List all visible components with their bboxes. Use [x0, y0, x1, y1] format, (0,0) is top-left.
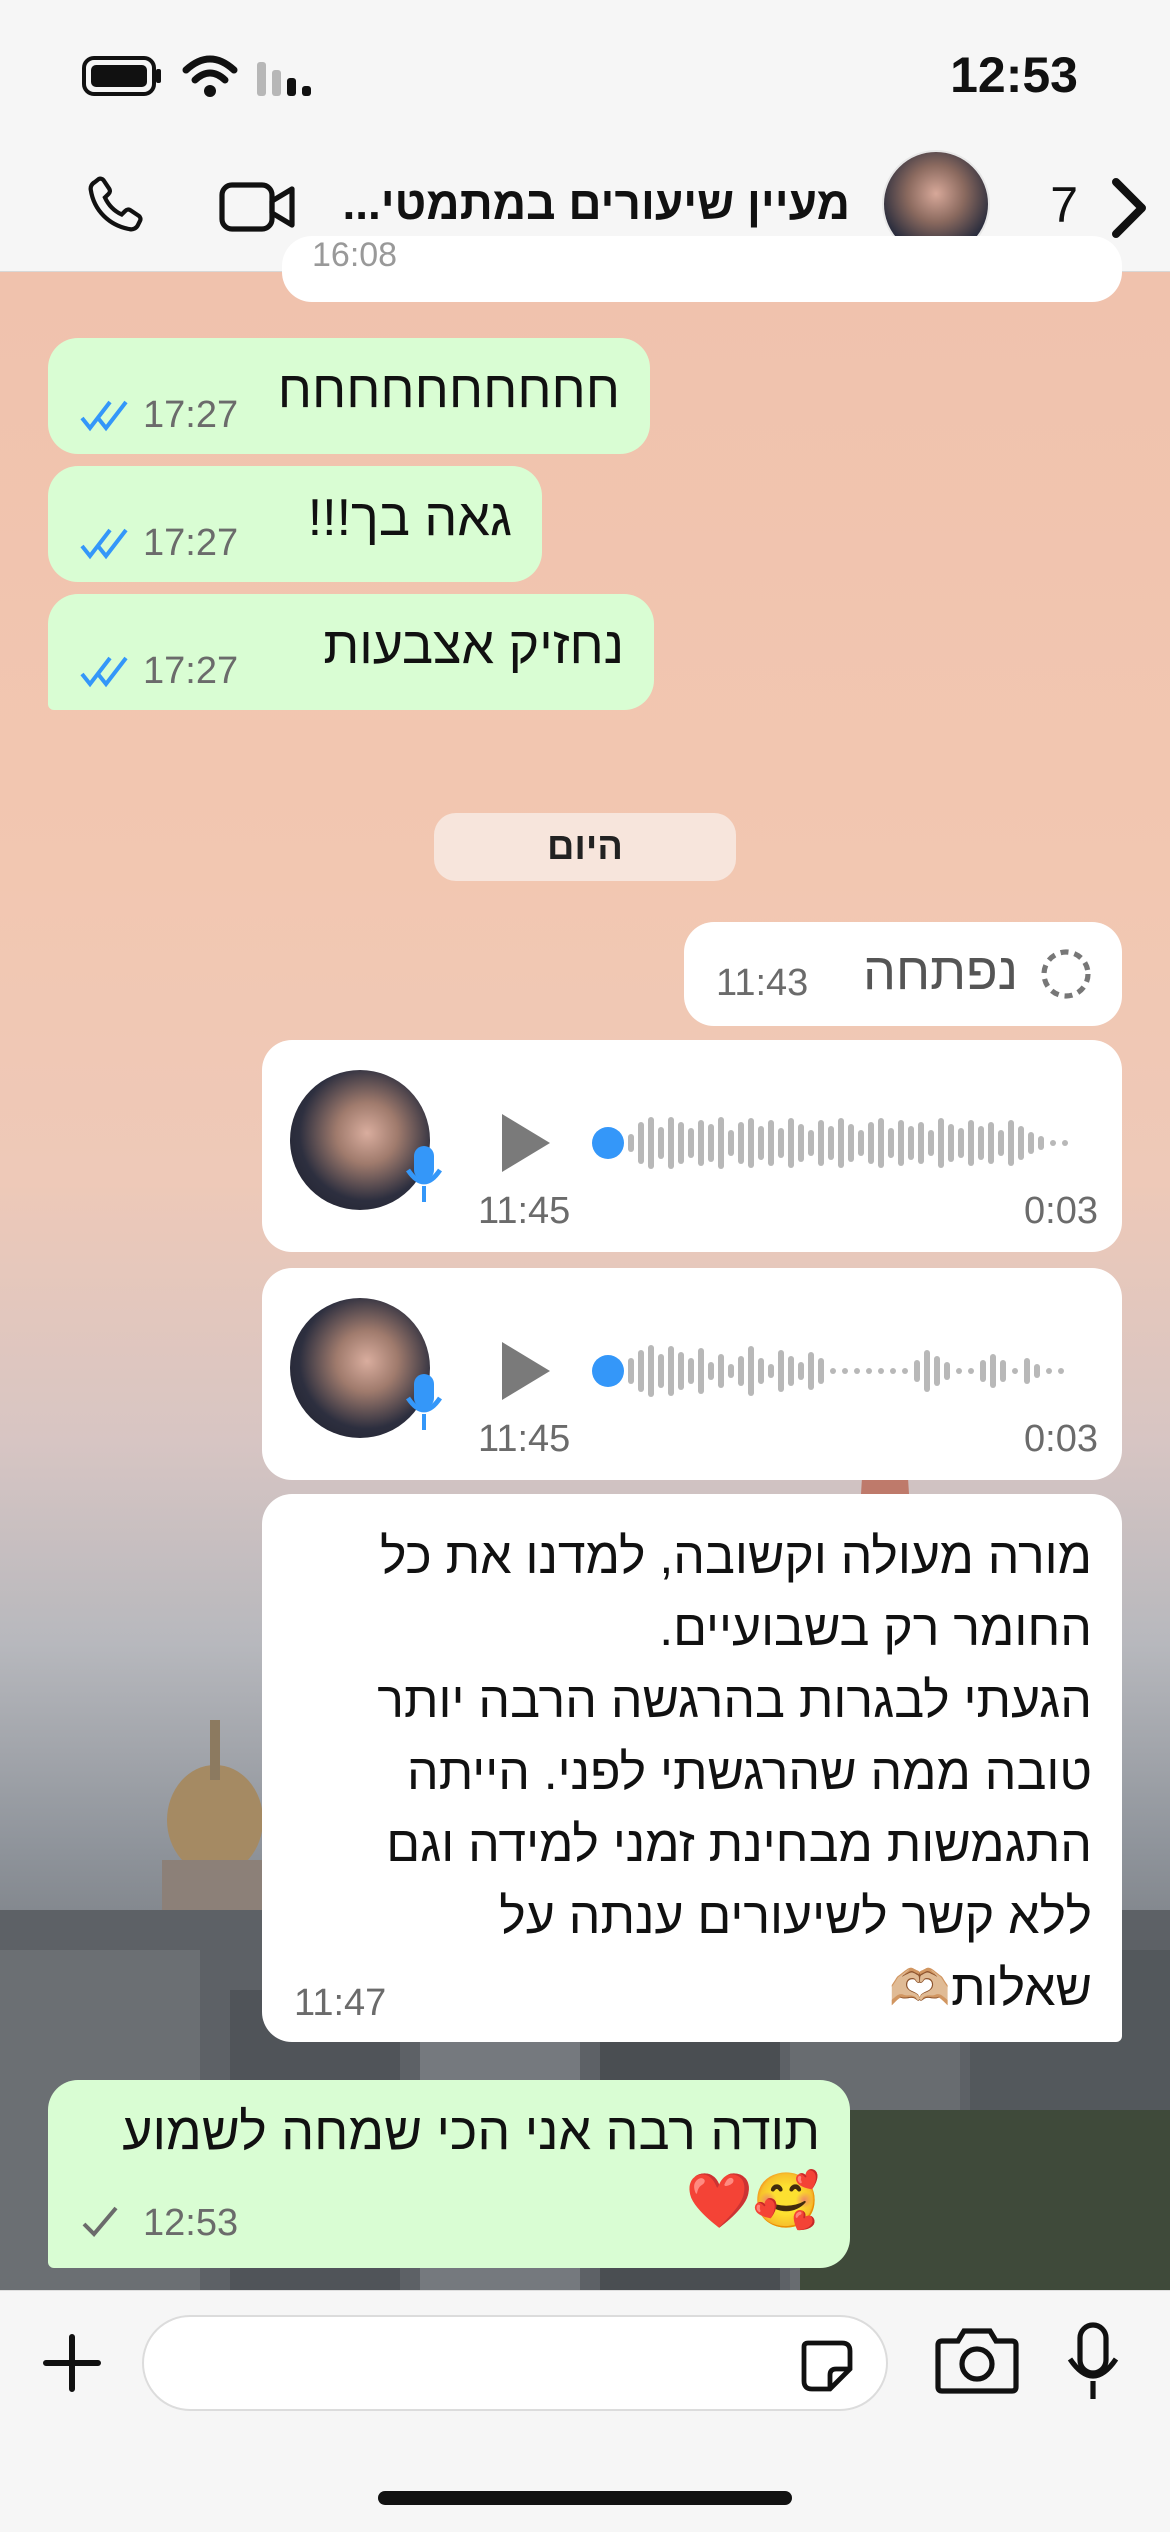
message-text: תודה רבה אני הכי שמחה לשמוע — [122, 2103, 820, 2161]
message-bubble-outgoing[interactable]: גאה בך!!! 17:27 — [48, 466, 542, 582]
microphone-badge-icon — [406, 1146, 442, 1202]
message-time: 11:45 — [478, 1418, 571, 1460]
message-text: נפתחה — [862, 943, 1018, 1001]
voice-waveform[interactable] — [588, 1108, 1098, 1178]
message-composer — [0, 2290, 1170, 2532]
plus-icon[interactable] — [40, 2331, 104, 2395]
message-time: 12:53 — [143, 2202, 239, 2244]
message-input[interactable] — [142, 2315, 888, 2411]
message-time: 11:47 — [294, 1982, 387, 2024]
message-bubble-outgoing[interactable]: נחזיק אצבעות 17:27 — [48, 594, 654, 710]
message-text-line: התגמשות מבחינת זמני למידה וגם — [386, 1816, 1092, 1872]
message-time: 17:27 — [143, 650, 239, 692]
message-bubble-view-once[interactable]: נפתחה 11:43 — [684, 922, 1122, 1026]
chat-title[interactable]: מעיין שיעורים במתמטי... — [330, 176, 850, 230]
read-receipt-icon — [80, 656, 128, 688]
voice-message-bubble[interactable]: 11:45 0:03 — [262, 1268, 1122, 1480]
day-divider: היום — [434, 813, 736, 881]
video-camera-icon[interactable] — [218, 178, 298, 236]
message-text: נחזיק אצבעות — [323, 617, 624, 675]
message-bubble-outgoing[interactable]: חחחחחחחחחח 17:27 — [48, 338, 650, 454]
wifi-icon — [182, 55, 238, 97]
message-bubble-incoming[interactable]: מורה מעולה וקשובה, למדנו את כל החומר רק … — [262, 1494, 1122, 2042]
message-text-line: הגעתי לבגרות בהרגשה הרבה יותר — [377, 1672, 1092, 1728]
unread-count[interactable]: 7 — [1050, 176, 1078, 234]
message-bubble-partial[interactable]: 16:08 — [282, 236, 1122, 302]
message-time: 17:27 — [143, 522, 239, 564]
message-text-line: טובה ממה שהרגשתי לפני. הייתה — [407, 1744, 1092, 1800]
play-icon[interactable] — [494, 1336, 556, 1406]
message-text: חחחחחחחחחח — [277, 361, 620, 419]
message-text: גאה בך!!! — [307, 489, 512, 547]
message-time: 11:45 — [478, 1190, 571, 1232]
chevron-left-icon[interactable] — [1102, 174, 1154, 242]
message-text-line: מורה מעולה וקשובה, למדנו את כל — [380, 1528, 1092, 1584]
home-indicator — [378, 2491, 792, 2505]
voice-waveform[interactable] — [588, 1336, 1098, 1406]
sticker-icon[interactable] — [798, 2337, 856, 2395]
message-text-line: החומר רק בשבועיים. — [659, 1600, 1092, 1656]
phone-icon[interactable] — [80, 172, 148, 240]
message-text-line: ללא קשר לשיעורים ענתה על — [499, 1888, 1092, 1944]
microphone-icon[interactable] — [1064, 2321, 1122, 2403]
status-bar: 12:53 — [0, 0, 1170, 150]
message-bubble-outgoing[interactable]: תודה רבה אני הכי שמחה לשמוע 🥰❤️ 12:53 — [48, 2080, 850, 2268]
microphone-badge-icon — [406, 1374, 442, 1430]
voice-duration: 0:03 — [1024, 1418, 1098, 1460]
camera-icon[interactable] — [934, 2321, 1020, 2397]
voice-message-bubble[interactable]: 11:45 0:03 — [262, 1040, 1122, 1252]
battery-icon — [82, 56, 161, 96]
status-time: 12:53 — [950, 47, 1078, 103]
sent-check-icon — [82, 2206, 118, 2237]
message-time: 11:43 — [716, 962, 809, 1004]
voice-duration: 0:03 — [1024, 1190, 1098, 1232]
view-once-icon — [1041, 949, 1091, 999]
play-icon[interactable] — [494, 1108, 556, 1178]
message-text-line: שאלות🫶🏼 — [888, 1960, 1092, 2016]
cellular-signal-icon — [257, 62, 311, 96]
read-receipt-icon — [80, 528, 128, 560]
message-time: 17:27 — [143, 394, 239, 436]
message-emoji: 🥰❤️ — [685, 2171, 820, 2231]
read-receipt-icon — [80, 400, 128, 432]
